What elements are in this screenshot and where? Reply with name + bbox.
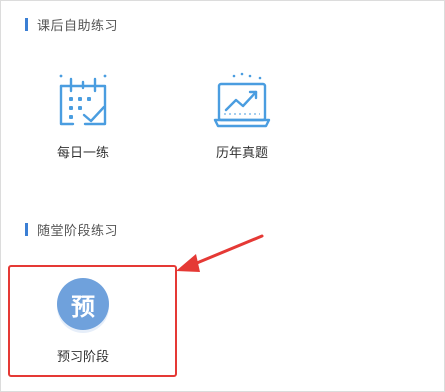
section-header-stage-practice: 随堂阶段练习 bbox=[25, 220, 118, 239]
section-accent-bar bbox=[25, 18, 28, 31]
section-header-self-study: 课后自助练习 bbox=[25, 15, 118, 34]
past-exams-label: 历年真题 bbox=[215, 146, 268, 161]
daily-practice-tile[interactable]: 每日一练 bbox=[28, 70, 138, 161]
section-title: 随堂阶段练习 bbox=[37, 224, 119, 239]
past-exams-tile[interactable]: 历年真题 bbox=[187, 70, 297, 161]
calendar-check-icon bbox=[59, 74, 107, 126]
highlight-box bbox=[8, 265, 177, 377]
section-accent-bar bbox=[25, 223, 28, 236]
section-title: 课后自助练习 bbox=[37, 19, 119, 34]
daily-practice-label: 每日一练 bbox=[56, 146, 109, 161]
chart-board-icon bbox=[213, 72, 271, 128]
annotation-arrow-icon bbox=[176, 234, 264, 272]
